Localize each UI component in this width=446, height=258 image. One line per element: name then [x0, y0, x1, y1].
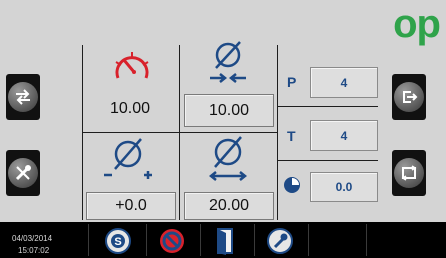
no-speed-icon [160, 229, 184, 253]
door-button[interactable] [206, 226, 246, 256]
bottom-divider [200, 224, 201, 256]
diameter-out-icon [206, 134, 250, 182]
tools-button[interactable] [6, 150, 40, 196]
clock-icon [283, 176, 301, 194]
t-value-field[interactable]: 4 [310, 120, 378, 151]
cycle-icon [394, 158, 424, 188]
offset-field[interactable]: +0.0 [86, 192, 176, 220]
logo: op [393, 2, 441, 46]
cycle-button[interactable] [392, 150, 426, 196]
speed-off-button[interactable] [152, 226, 192, 256]
speed-gauge-icon [110, 48, 154, 86]
status-time: 15:07:02 [18, 246, 50, 255]
tools-icon [8, 158, 38, 188]
swap-button[interactable] [6, 74, 40, 120]
bottom-divider [254, 224, 255, 256]
diameter-in-icon [206, 40, 250, 84]
bottom-divider [308, 224, 309, 256]
grid-divider [82, 132, 278, 133]
settings-s-icon: S [105, 228, 131, 254]
grid-divider [278, 160, 378, 161]
svg-text:S: S [114, 236, 121, 248]
settings-button[interactable]: S [98, 226, 138, 256]
diameter-out-field[interactable]: 20.00 [184, 192, 274, 220]
maintenance-button[interactable] [260, 226, 300, 256]
status-date: 04/03/2014 [12, 234, 53, 243]
bottom-divider [88, 224, 89, 256]
p-value-field[interactable]: 4 [310, 67, 378, 98]
swap-arrows-icon [8, 82, 38, 112]
t-label: T [287, 128, 296, 144]
diameter-in-field[interactable]: 10.00 [184, 94, 274, 127]
bottom-divider [366, 224, 367, 256]
time-value-field[interactable]: 0.0 [310, 172, 378, 202]
offset-icon [98, 134, 158, 182]
wrench-icon [267, 228, 293, 254]
bottom-divider [146, 224, 147, 256]
exit-button[interactable] [392, 74, 426, 120]
door-icon [217, 228, 233, 255]
grid-divider [278, 106, 378, 107]
p-label: P [287, 74, 297, 90]
speed-value: 10.00 [109, 100, 151, 117]
exit-arrow-icon [394, 82, 424, 112]
